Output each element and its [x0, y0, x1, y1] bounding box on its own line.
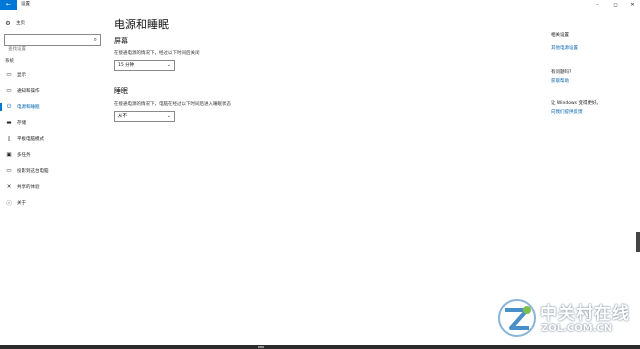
title-bar: ← 设置 – ◻ ✕ — [0, 0, 640, 10]
sidebar-item-power-sleep[interactable]: ⏻ 电源和睡眠 — [0, 99, 110, 115]
taskbar-indicator — [258, 346, 264, 348]
maximize-button[interactable]: ◻ — [607, 0, 624, 10]
sidebar-item-label: 多任务 — [17, 153, 31, 158]
sidebar-home-label: 主页 — [16, 21, 25, 26]
info-icon: ⓘ — [6, 201, 12, 207]
sidebar-item-label: 共享的体验 — [17, 185, 40, 190]
sidebar-item-tablet-mode[interactable]: ▯ 平板电脑模式 — [0, 131, 110, 147]
zol-logo-icon — [498, 299, 536, 337]
chevron-down-icon: ⌄ — [166, 113, 171, 119]
sidebar-item-shared-experiences[interactable]: ✕ 共享的体验 — [0, 179, 110, 195]
question-heading: 有问题吗? — [551, 70, 572, 75]
display-icon: ▭ — [6, 72, 12, 78]
notification-icon: ▭ — [6, 88, 12, 94]
gear-icon: ⚙ — [5, 19, 11, 27]
sleep-timeout-select[interactable]: 从不 ⌄ — [114, 111, 175, 122]
screen-description: 在接通电源的情况下，经过以下时间后关闭 — [114, 51, 200, 56]
screen-heading: 屏幕 — [114, 37, 128, 45]
close-icon: ✕ — [630, 2, 635, 8]
sidebar-section-label: 系统 — [5, 59, 14, 64]
watermark: 中关村在线 ZOL.COM.CN — [497, 298, 632, 342]
sidebar-item-label: 存储 — [17, 121, 26, 126]
storage-icon: ▬ — [6, 120, 12, 126]
sleep-description: 在接通电源的情况下，电脑在经过以下时间后进入睡眠状态 — [114, 102, 231, 107]
sidebar-home[interactable]: ⚙ 主页 — [4, 18, 25, 28]
screen-timeout-value: 15 分钟 — [118, 63, 135, 68]
back-arrow-icon: ← — [5, 1, 12, 8]
sidebar-item-label: 显示 — [17, 73, 26, 78]
shared-experiences-icon: ✕ — [6, 184, 12, 190]
minimize-icon: – — [596, 2, 599, 8]
search-icon[interactable]: ⌕ — [94, 36, 97, 44]
search-box[interactable]: ⌕ — [4, 34, 101, 55]
sleep-timeout-value: 从不 — [118, 114, 127, 119]
give-feedback-link[interactable]: 向我们提供反馈 — [551, 109, 583, 115]
sidebar-item-projecting[interactable]: ▭ 投影到这台电脑 — [0, 163, 110, 179]
power-icon: ⏻ — [6, 103, 12, 110]
sidebar-item-label: 电源和睡眠 — [17, 105, 40, 110]
sidebar-item-multitasking[interactable]: ▣ 多任务 — [0, 147, 110, 163]
get-help-link[interactable]: 获取帮助 — [551, 78, 569, 84]
taskbar-strip — [0, 345, 640, 349]
additional-power-settings-link[interactable]: 其他电源设置 — [551, 45, 578, 51]
sidebar-item-label: 关于 — [17, 201, 26, 206]
feedback-heading: 让 Windows 变得更好。 — [551, 101, 601, 106]
tablet-icon: ▯ — [7, 136, 11, 142]
sidebar-item-label: 投影到这台电脑 — [17, 169, 49, 174]
maximize-icon: ◻ — [613, 2, 618, 8]
sidebar-item-notifications[interactable]: ▭ 通知和操作 — [0, 83, 110, 99]
sidebar-item-label: 平板电脑模式 — [17, 137, 44, 142]
page-title: 电源和睡眠 — [114, 18, 169, 31]
multitasking-icon: ▣ — [6, 152, 12, 158]
scrollbar-thumb[interactable] — [636, 232, 640, 252]
sidebar-item-display[interactable]: ▭ 显示 — [0, 67, 110, 83]
screen-timeout-select[interactable]: 15 分钟 ⌄ — [114, 60, 175, 71]
projector-icon: ▭ — [6, 168, 12, 174]
close-button[interactable]: ✕ — [624, 0, 640, 10]
sidebar-item-label: 通知和操作 — [17, 89, 40, 94]
watermark-cn: 中关村在线 — [540, 304, 630, 324]
search-input[interactable] — [5, 44, 89, 55]
watermark-en: ZOL.COM.CN — [541, 323, 613, 334]
chevron-down-icon: ⌄ — [166, 62, 171, 68]
sidebar-item-storage[interactable]: ▬ 存储 — [0, 115, 110, 131]
minimize-button[interactable]: – — [589, 0, 606, 10]
window-title: 设置 — [21, 2, 30, 7]
sidebar-item-about[interactable]: ⓘ 关于 — [0, 195, 110, 211]
related-settings-heading: 相关设置 — [551, 33, 569, 38]
sidebar-nav: ▭ 显示 ▭ 通知和操作 ⏻ 电源和睡眠 ▬ 存储 ▯ 平板电脑模式 ▣ 多任务… — [0, 67, 110, 211]
back-button[interactable]: ← — [0, 0, 17, 10]
sleep-heading: 睡眠 — [114, 87, 128, 95]
